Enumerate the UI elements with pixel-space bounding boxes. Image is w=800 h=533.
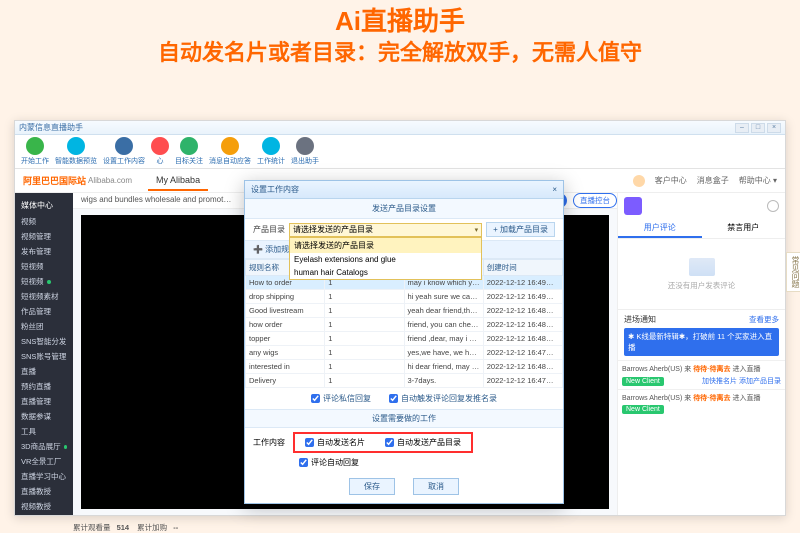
checkbox-auto-send-card[interactable]: 自动发送名片 [305,437,365,448]
sidebar: 媒体中心 视频视频管理发布管理短视频短视频短视频素材作品管理粉丝团SNS智能分发… [15,193,73,515]
sidebar-item[interactable]: 短视频 [15,274,73,289]
select-dropdown: 请选择发送的产品目录Eyelash extensions and gluehum… [289,237,482,280]
product-catalog-select[interactable]: 请选择发送的产品目录 ▾ 请选择发送的产品目录Eyelash extension… [289,223,482,237]
sidebar-item[interactable]: 粉丝团 [15,319,73,334]
checkbox-auto-send-catalog[interactable]: 自动发送产品目录 [385,437,461,448]
sidebar-item[interactable]: 直播学习中心 [15,469,73,484]
avatar[interactable] [633,175,645,187]
sidebar-item[interactable]: 直播管理 [15,394,73,409]
toolbar-item-1[interactable]: 智能数据预览 [55,137,97,166]
tab-user-comments[interactable]: 用户评论 [618,219,702,238]
sidebar-item[interactable]: 短视频 [15,259,73,274]
load-catalog-button[interactable]: + 加载产品目录 [486,222,555,237]
visitor-item: Barrows Aherb(US) 来 待待·待离去 进入直播New Clien… [618,360,785,389]
faq-sticky-tab[interactable]: 常见问题 [786,252,800,292]
toolbar-item-3[interactable]: 心 [151,137,169,166]
sidebar-item[interactable]: 视频管理 [15,229,73,244]
select-option[interactable]: human hair Catalogs [290,266,481,279]
table-row[interactable]: interested in1hi dear friend, may i know… [246,360,563,374]
empty-text: 还没有用户发表评论 [668,280,736,291]
select-option[interactable]: Eyelash extensions and glue [290,253,481,266]
panel-app-icon [624,197,642,215]
table-row[interactable]: any wigs1yes,we have, we have human hair… [246,346,563,360]
cancel-button[interactable]: 取消 [413,478,459,495]
work-subheader: 设置需要做的工作 [245,409,563,428]
titlebar: 内蒙信息直播助手 – □ × [15,121,785,135]
sidebar-item[interactable]: 数据参谋 [15,409,73,424]
sidebar-item[interactable]: SNS账号管理 [15,349,73,364]
visitor-item: Barrows Aherb(US) 来 待待·待离去 进入直播New Clien… [618,389,785,417]
dialog-close-icon[interactable]: × [552,185,557,194]
checkbox-auto-reply-comment[interactable]: 评论自动回复 [299,457,359,468]
window-close-button[interactable]: × [767,123,781,133]
highlighted-options: 自动发送名片 自动发送产品目录 [293,432,473,453]
add-catalog-link[interactable]: 添加产品目录 [739,378,781,385]
settings-dialog: 设置工作内容 × 发送产品目录设置 产品目录 请选择发送的产品目录 ▾ 请选择发… [244,180,564,504]
table-row[interactable]: topper1friend ,dear, may i know you need… [246,332,563,346]
main-toolbar: 开始工作智能数据预览设置工作内容心目标关注消息自动应答工作统计退出助手 [15,135,785,169]
notice-title: 进场通知 [624,314,656,325]
product-catalog-label: 产品目录 [253,224,285,235]
views-value: 514 [117,523,130,532]
tab-my-alibaba[interactable]: My Alibaba [148,171,208,191]
toolbar-item-7[interactable]: 退出助手 [291,137,319,166]
sidebar-item[interactable]: 短视频素材 [15,289,73,304]
toolbar-item-4[interactable]: 目标关注 [175,137,203,166]
toolbar-item-0[interactable]: 开始工作 [21,137,49,166]
sidebar-item[interactable]: 3D商品展厅 [15,439,73,454]
sidebar-item[interactable]: 直播 [15,364,73,379]
sidebar-item[interactable]: 工具 [15,424,73,439]
right-panel: 用户评论 禁言用户 还没有用户发表评论 进场通知 查看更多 ✱ K线最新特辑✱，… [617,193,785,515]
cart-label: 累计加购 [137,522,167,533]
window-max-button[interactable]: □ [751,123,765,133]
table-row[interactable]: Delivery13-7days.2022-12-12 16:47… [246,374,563,388]
toolbar-item-5[interactable]: 消息自动应答 [209,137,251,166]
link-help[interactable]: 帮助中心 ▾ [739,175,777,186]
views-label: 累计观看量 [73,522,111,533]
window-min-button[interactable]: – [735,123,749,133]
sidebar-item[interactable]: VR全景工厂 [15,454,73,469]
work-content-label: 工作内容 [253,437,285,448]
save-button[interactable]: 保存 [349,478,395,495]
sidebar-header: 媒体中心 [15,197,73,214]
alibaba-logo-en: Alibaba.com [88,176,132,185]
hero-title: Ai直播助手 [0,6,800,37]
sidebar-item[interactable]: SNS智能分发 [15,334,73,349]
table-row[interactable]: how order1friend, you can check the prod… [246,318,563,332]
sidebar-item[interactable]: 视频 [15,214,73,229]
cart-value: -- [173,523,178,532]
link-user-center[interactable]: 客户中心 [655,175,687,186]
new-client-button[interactable]: New Client [622,405,664,414]
sidebar-item[interactable]: 视频教授 [15,499,73,514]
notice-banner[interactable]: ✱ K线最新特辑✱，打破前 11 个买家进入直播 [624,328,779,356]
column-header[interactable]: 创建时间 [483,260,562,276]
hero-subtitle: 自动发名片或者目录：完全解放双手，无需人值守 [0,39,800,68]
toolbar-item-2[interactable]: 设置工作内容 [103,137,145,166]
new-client-button[interactable]: New Client [622,377,664,386]
select-value: 请选择发送的产品目录 [293,224,373,235]
select-option[interactable]: 请选择发送的产品目录 [290,238,481,253]
window-title: 内蒙信息直播助手 [19,122,83,133]
table-row[interactable]: Good livestream1yeah dear friend,thank y… [246,304,563,318]
dialog-title: 设置工作内容 [251,184,299,195]
empty-illustration-icon [689,258,715,276]
dialog-subtitle: 发送产品目录设置 [245,199,563,219]
chevron-down-icon: ▾ [475,226,479,234]
sidebar-item[interactable]: 发布管理 [15,244,73,259]
send-card-link[interactable]: 加快推名片 [702,378,737,385]
tab-muted-users[interactable]: 禁言用户 [702,219,786,238]
checkbox-private-reply[interactable]: 评论私信回复 [311,393,371,404]
gear-icon[interactable] [767,200,779,212]
sidebar-item[interactable]: 预约直播 [15,379,73,394]
sidebar-item[interactable]: 作品管理 [15,304,73,319]
notice-more-link[interactable]: 查看更多 [749,314,779,325]
toolbar-item-6[interactable]: 工作统计 [257,137,285,166]
alibaba-logo: 阿里巴巴国际站 [23,174,86,187]
checkbox-auto-trigger[interactable]: 自动触发评论回复发推名录 [389,393,497,404]
link-message-box[interactable]: 消息盒子 [697,175,729,186]
live-studio-button[interactable]: 直播控台 [573,193,617,208]
sidebar-item[interactable]: 直播教授 [15,484,73,499]
table-row[interactable]: drop shipping1hi yeah sure we can do, ou… [246,290,563,304]
